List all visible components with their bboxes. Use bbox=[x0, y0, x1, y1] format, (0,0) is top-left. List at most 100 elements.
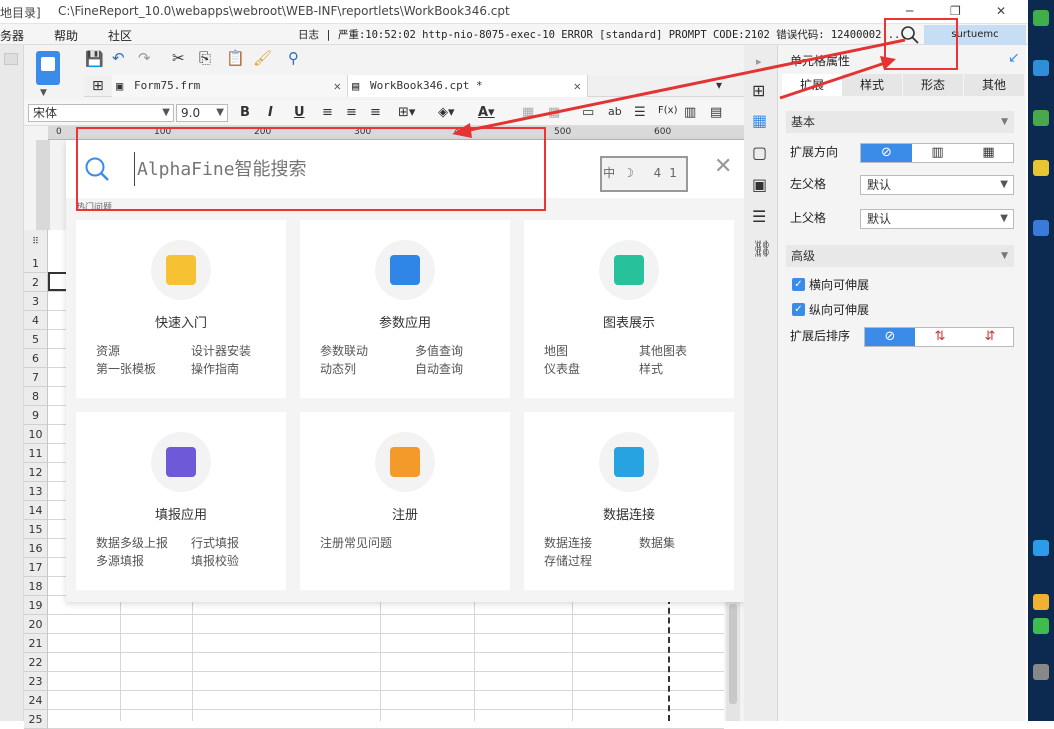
template-dropdown-icon[interactable]: ▼ bbox=[40, 88, 47, 98]
restore-button[interactable]: ❐ bbox=[950, 4, 961, 18]
frame-icon[interactable]: ▢ bbox=[752, 143, 767, 162]
card-parameter[interactable]: 参数应用 参数联动 多值查询 动态列 自动查询 bbox=[300, 220, 510, 398]
underline-button[interactable]: U bbox=[294, 105, 305, 120]
app-icon[interactable] bbox=[1033, 110, 1049, 126]
row-header[interactable]: 1 bbox=[24, 254, 48, 273]
condition-icon[interactable]: ☰ bbox=[752, 207, 766, 226]
image-insert-icon[interactable]: ▤ bbox=[710, 105, 722, 120]
close-tab-icon[interactable]: ✕ bbox=[574, 75, 581, 97]
row-header[interactable]: 3 bbox=[24, 292, 48, 311]
row-header[interactable]: 18 bbox=[24, 577, 48, 596]
row-header[interactable]: 14 bbox=[24, 501, 48, 520]
row-header[interactable]: 2 bbox=[24, 273, 48, 292]
tab-form75[interactable]: ▣ Form75.frm ✕ bbox=[112, 75, 348, 97]
card-link[interactable]: 数据多级上报 bbox=[96, 534, 168, 551]
vertical-expand-checkbox[interactable]: ✓ bbox=[792, 303, 805, 316]
row-header[interactable]: 12 bbox=[24, 463, 48, 482]
card-link[interactable]: 操作指南 bbox=[191, 360, 239, 377]
merge-cells-icon[interactable]: ▦ bbox=[522, 105, 534, 120]
font-size-select[interactable]: 9.0 ▼ bbox=[176, 104, 228, 122]
close-window-button[interactable]: ✕ bbox=[996, 4, 1006, 18]
bold-button[interactable]: B bbox=[240, 105, 250, 120]
no-expand-icon[interactable]: ⊘ bbox=[861, 144, 912, 162]
row-header[interactable]: 8 bbox=[24, 387, 48, 406]
card-link[interactable]: 数据连接 bbox=[544, 534, 592, 551]
app-icon[interactable] bbox=[1033, 60, 1049, 76]
widget-icon[interactable]: ▣ bbox=[752, 175, 767, 194]
pin-icon[interactable]: ↙ bbox=[1008, 50, 1020, 66]
minimize-button[interactable]: ─ bbox=[906, 4, 913, 18]
left-parent-select[interactable]: 默认 ▼ bbox=[860, 175, 1014, 195]
select-all-corner[interactable]: ⠿ bbox=[24, 230, 48, 254]
row-header[interactable]: 9 bbox=[24, 406, 48, 425]
font-family-select[interactable]: 宋体 ▼ bbox=[28, 104, 174, 122]
menu-item-community[interactable]: 社区 bbox=[108, 27, 132, 44]
tab-other[interactable]: 其他 bbox=[964, 74, 1024, 96]
chart-insert-icon[interactable]: ▥ bbox=[684, 105, 696, 120]
list-icon[interactable]: ☰ bbox=[634, 105, 646, 120]
sort-descending-icon[interactable]: ⇵ bbox=[965, 328, 1015, 346]
card-link[interactable]: 注册常见问题 bbox=[320, 534, 392, 551]
card-quick-start[interactable]: 快速入门 资源 设计器安装 第一张模板 操作指南 bbox=[76, 220, 286, 398]
row-header[interactable]: 11 bbox=[24, 444, 48, 463]
tray-icon[interactable] bbox=[1033, 594, 1049, 610]
paste-icon[interactable]: 📋 bbox=[226, 49, 245, 67]
hyperlink-icon[interactable]: ⛓ bbox=[752, 239, 772, 258]
card-link[interactable]: 样式 bbox=[639, 360, 663, 377]
insert-row-icon[interactable]: ▭ bbox=[582, 105, 594, 120]
row-header[interactable]: 23 bbox=[24, 672, 48, 691]
tab-workbook346[interactable]: ▤ WorkBook346.cpt * ✕ bbox=[348, 75, 588, 97]
format-brush-icon[interactable]: 🖌 bbox=[253, 49, 272, 67]
section-advanced[interactable]: 高级 ▼ bbox=[786, 245, 1014, 267]
card-link[interactable]: 动态列 bbox=[320, 360, 356, 377]
font-color-icon[interactable]: A▾ bbox=[478, 105, 495, 120]
section-basic[interactable]: 基本 ▼ bbox=[786, 111, 1014, 133]
tab-style[interactable]: 样式 bbox=[842, 74, 902, 96]
fill-color-icon[interactable]: ◈▾ bbox=[438, 105, 455, 120]
undo-icon[interactable]: ↶ bbox=[112, 49, 125, 67]
card-fill[interactable]: 填报应用 数据多级上报 行式填报 多源填报 填报校验 bbox=[76, 412, 286, 590]
expand-arrow-icon[interactable]: ▸ bbox=[756, 55, 762, 68]
row-header[interactable]: 20 bbox=[24, 615, 48, 634]
border-icon[interactable]: ⊞▾ bbox=[398, 105, 415, 120]
row-header[interactable]: 22 bbox=[24, 653, 48, 672]
up-parent-select[interactable]: 默认 ▼ bbox=[860, 209, 1014, 229]
card-link[interactable]: 资源 bbox=[96, 342, 120, 359]
row-header[interactable]: 7 bbox=[24, 368, 48, 387]
tab-form[interactable]: 形态 bbox=[903, 74, 963, 96]
card-register[interactable]: 注册 注册常见问题 bbox=[300, 412, 510, 590]
card-link[interactable]: 第一张模板 bbox=[96, 360, 156, 377]
collapse-handle[interactable] bbox=[4, 53, 18, 65]
log-line[interactable]: 日志 | 严重:10:52:02 http-nio-8075-exec-10 E… bbox=[298, 27, 907, 42]
row-header[interactable]: 10 bbox=[24, 425, 48, 444]
row-header[interactable]: 17 bbox=[24, 558, 48, 577]
template-icon[interactable] bbox=[36, 51, 60, 85]
align-left-icon[interactable]: ≡ bbox=[322, 105, 333, 120]
row-header[interactable]: 13 bbox=[24, 482, 48, 501]
user-account[interactable]: surtuemc bbox=[924, 25, 1026, 45]
cell-element-icon[interactable]: ⊞ bbox=[752, 81, 765, 100]
vertical-expand-icon[interactable]: ▥ bbox=[912, 144, 963, 162]
horizontal-expand-icon[interactable]: ▦ bbox=[963, 144, 1014, 162]
horizontal-expand-checkbox[interactable]: ✓ bbox=[792, 278, 805, 291]
unmerge-cells-icon[interactable]: ▦ bbox=[548, 105, 560, 120]
formula-button[interactable]: F(x) bbox=[658, 105, 677, 116]
app-icon[interactable] bbox=[1033, 220, 1049, 236]
card-link[interactable]: 其他图表 bbox=[639, 342, 687, 359]
italic-button[interactable]: I bbox=[268, 105, 273, 120]
cell-attribute-icon[interactable]: ▦ bbox=[752, 111, 767, 130]
align-center-icon[interactable]: ≡ bbox=[346, 105, 357, 120]
log-label[interactable]: 日志 bbox=[298, 29, 319, 41]
tab-expand[interactable]: 扩展 bbox=[782, 74, 842, 96]
row-header[interactable]: 6 bbox=[24, 349, 48, 368]
menu-item-server[interactable]: 务器 bbox=[0, 27, 24, 44]
grid-layout-icon[interactable]: ⊞ bbox=[92, 78, 104, 94]
plugin-icon[interactable]: ⚲ bbox=[288, 49, 299, 67]
card-link[interactable]: 多值查询 bbox=[415, 342, 463, 359]
card-link[interactable]: 仪表盘 bbox=[544, 360, 580, 377]
close-icon[interactable]: ✕ bbox=[714, 154, 732, 179]
row-header[interactable]: 15 bbox=[24, 520, 48, 539]
card-link[interactable]: 自动查询 bbox=[415, 360, 463, 377]
card-link[interactable]: 设计器安装 bbox=[191, 342, 251, 359]
app-icon[interactable] bbox=[1033, 160, 1049, 176]
